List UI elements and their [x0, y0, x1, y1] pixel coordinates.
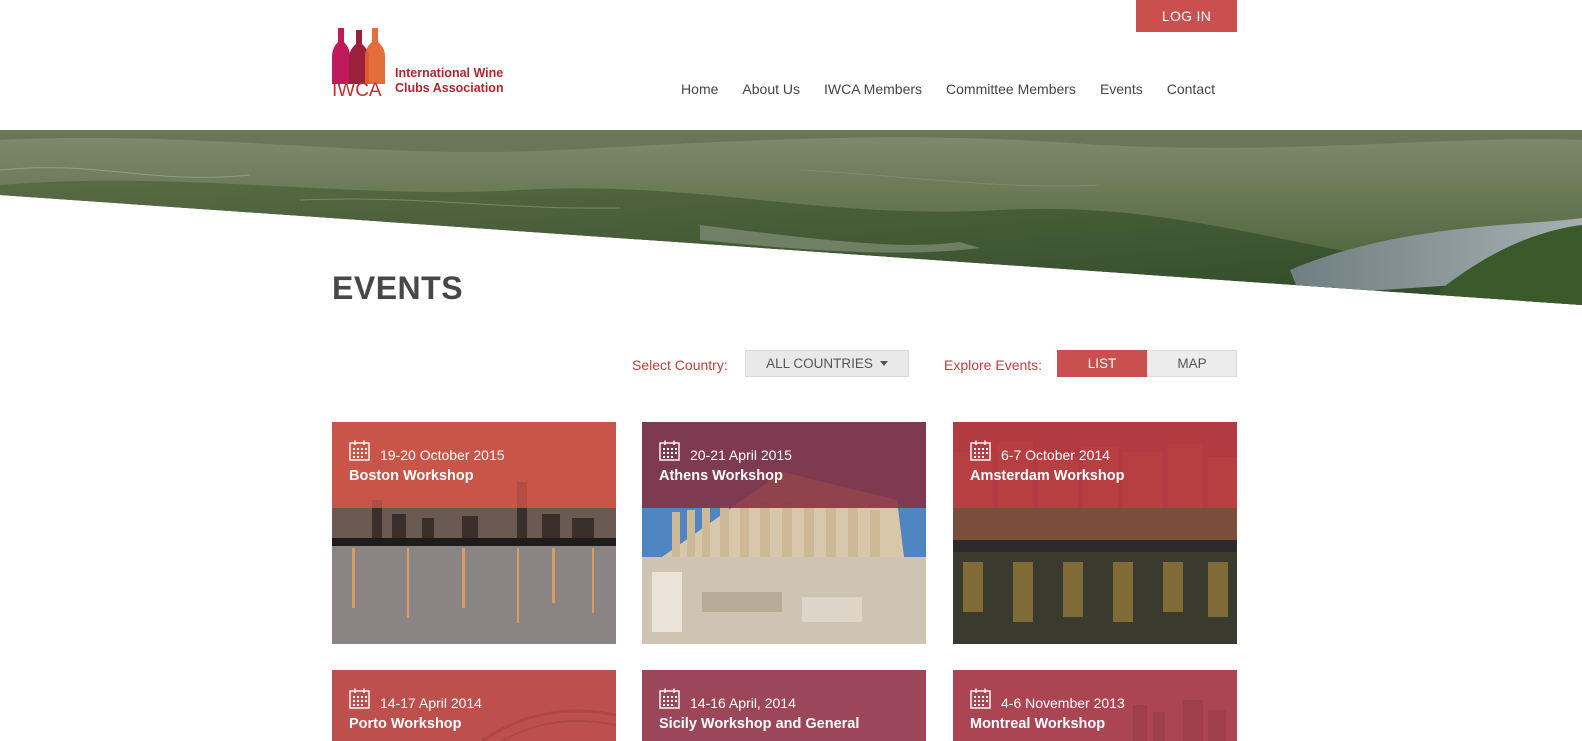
logo-acronym: IWCA: [332, 80, 382, 101]
event-title: Athens Workshop: [659, 468, 783, 484]
nav-item-contact[interactable]: Contact: [1155, 80, 1227, 98]
hero-landscape-image: [0, 130, 1582, 305]
event-card-sicily[interactable]: 14-16 April, 2014 Sicily Workshop and Ge…: [642, 670, 926, 741]
calendar-icon: [349, 688, 370, 709]
calendar-icon: [659, 688, 680, 709]
country-select[interactable]: ALL COUNTRIES: [745, 350, 909, 377]
event-date: 20-21 April 2015: [690, 447, 792, 463]
event-date: 6-7 October 2014: [1001, 447, 1110, 463]
event-title: Sicily Workshop and General: [659, 716, 860, 732]
event-card-boston[interactable]: 19-20 October 2015 Boston Workshop: [332, 422, 616, 644]
event-card-montreal[interactable]: 4-6 November 2013 Montreal Workshop: [953, 670, 1237, 741]
event-card-porto[interactable]: 14-17 April 2014 Porto Workshop: [332, 670, 616, 741]
calendar-icon: [659, 440, 680, 461]
event-card-header: [642, 422, 926, 508]
map-view-button[interactable]: MAP: [1147, 350, 1237, 377]
calendar-icon: [349, 440, 370, 461]
nav-item-events[interactable]: Events: [1088, 80, 1155, 98]
event-date: 19-20 October 2015: [380, 447, 505, 463]
event-date: 14-17 April 2014: [380, 695, 482, 711]
nav-item-home[interactable]: Home: [669, 80, 730, 98]
country-filter-label: Select Country:: [632, 357, 728, 373]
event-card-header: [953, 422, 1237, 508]
country-select-value: ALL COUNTRIES: [766, 356, 873, 371]
event-title: Boston Workshop: [349, 468, 474, 484]
event-card-header: [332, 422, 616, 508]
nav-item-about-us[interactable]: About Us: [730, 80, 812, 98]
main-nav: Home About Us IWCA Members Committee Mem…: [669, 80, 1227, 98]
event-title: Amsterdam Workshop: [970, 468, 1125, 484]
hero-banner: [0, 130, 1582, 305]
logo[interactable]: IWCA International Wine Clubs Associatio…: [332, 26, 512, 101]
event-card-amsterdam[interactable]: 6-7 October 2014 Amsterdam Workshop: [953, 422, 1237, 644]
nav-item-iwca-members[interactable]: IWCA Members: [812, 80, 934, 98]
caret-down-icon: [879, 361, 888, 366]
list-view-button[interactable]: LIST: [1057, 350, 1147, 377]
calendar-icon: [970, 688, 991, 709]
calendar-icon: [970, 440, 991, 461]
event-date: 14-16 April, 2014: [690, 695, 796, 711]
logo-name-line2: Clubs Association: [395, 81, 504, 95]
nav-item-committee-members[interactable]: Committee Members: [934, 80, 1088, 98]
page-title: EVENTS: [332, 270, 464, 306]
logo-name-line1: International Wine: [395, 66, 504, 80]
logo-name: International Wine Clubs Association: [395, 66, 504, 96]
login-button[interactable]: LOG IN: [1136, 0, 1237, 32]
event-date: 4-6 November 2013: [1001, 695, 1125, 711]
event-card-athens[interactable]: 20-21 April 2015 Athens Workshop: [642, 422, 926, 644]
event-title: Montreal Workshop: [970, 716, 1106, 732]
explore-events-label: Explore Events:: [944, 357, 1043, 373]
event-title: Porto Workshop: [349, 716, 462, 732]
